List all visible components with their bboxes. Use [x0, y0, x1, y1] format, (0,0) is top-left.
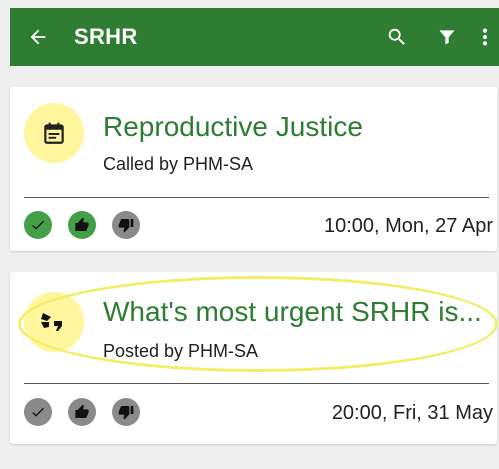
card-actions: [24, 211, 140, 239]
check-icon: [32, 220, 44, 230]
like-button[interactable]: [68, 211, 96, 239]
back-button[interactable]: [18, 17, 58, 57]
arrow-back-icon: [30, 29, 46, 45]
more-options-button[interactable]: [471, 17, 499, 57]
card-subtitle: Posted by PHM-SA: [103, 341, 259, 361]
dislike-button[interactable]: [112, 398, 140, 426]
thumbs-up-icon: [75, 404, 89, 418]
filter-icon: [439, 30, 455, 45]
app-title: SRHR: [74, 24, 138, 49]
post-card[interactable]: What's most urgent SRHR is... Posted by …: [10, 272, 497, 444]
agree-button[interactable]: [24, 398, 52, 426]
card-timestamp: 10:00, Mon, 27 Apr: [323, 215, 493, 237]
card-divider: [24, 383, 489, 384]
more-vert-icon: [482, 28, 488, 46]
card-title[interactable]: What's most urgent SRHR is...: [103, 296, 482, 328]
dislike-button[interactable]: [112, 211, 140, 239]
card-divider: [24, 197, 489, 198]
card-timestamp: 20:00, Fri, 31 May: [331, 402, 493, 424]
card-avatar: [24, 292, 84, 352]
card-avatar: [24, 103, 84, 163]
calendar-icon: [44, 122, 64, 144]
agree-button[interactable]: [24, 211, 52, 239]
thumbs-down-icon: [118, 406, 134, 420]
event-card[interactable]: Reproductive Justice Called by PHM-SA 10…: [10, 87, 497, 251]
search-icon: [388, 28, 405, 45]
card-subtitle: Called by PHM-SA: [103, 154, 254, 174]
quote-icon: [41, 313, 62, 331]
like-button[interactable]: [68, 398, 96, 426]
card-actions: [24, 398, 140, 426]
card-title[interactable]: Reproductive Justice: [103, 111, 363, 143]
thumbs-down-icon: [118, 219, 134, 233]
app-bar: SRHR: [10, 8, 499, 66]
check-icon: [32, 407, 44, 417]
filter-button[interactable]: [427, 17, 467, 57]
thumbs-up-icon: [75, 217, 89, 231]
search-button[interactable]: [377, 17, 417, 57]
